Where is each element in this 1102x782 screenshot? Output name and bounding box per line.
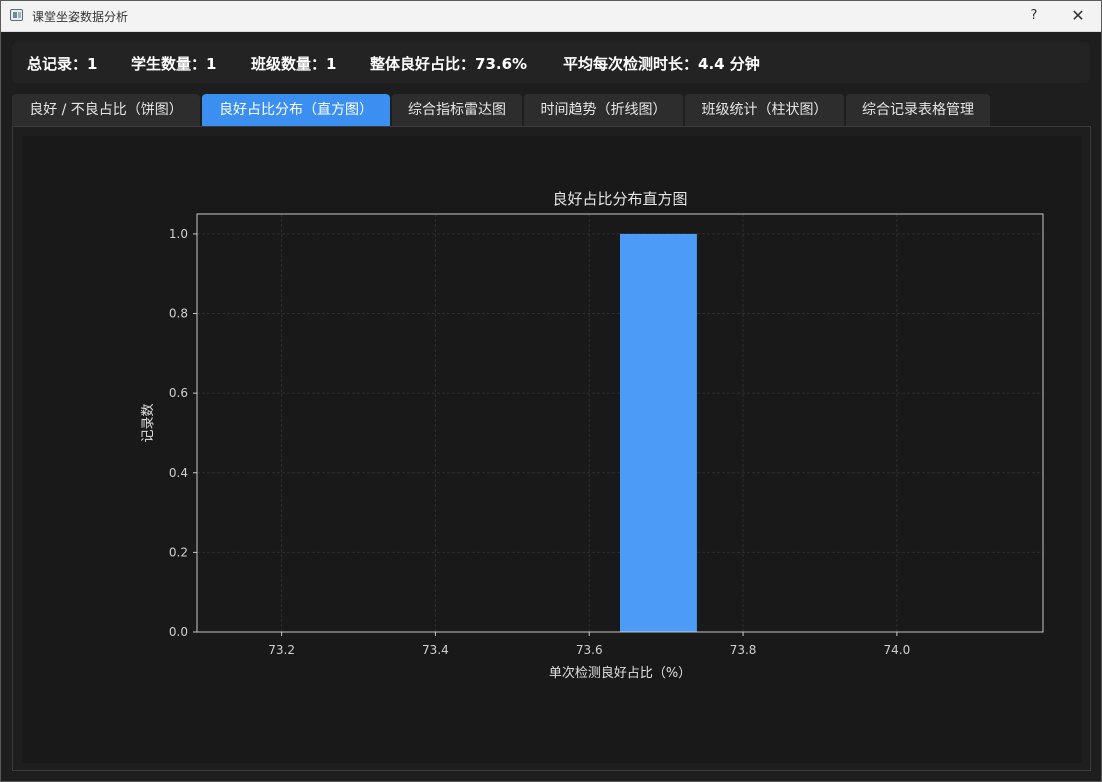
x-tick-label: 73.4	[422, 643, 449, 657]
tab-records-table[interactable]: 综合记录表格管理	[846, 94, 990, 126]
x-tick-label: 73.8	[730, 643, 757, 657]
stat-avg-duration: 平均每次检测时长：4.4 分钟	[563, 55, 760, 73]
y-tick-label: 0.2	[169, 545, 188, 559]
stat-class-count: 班级数量：1	[251, 55, 337, 73]
tab-radar-chart[interactable]: 综合指标雷达图	[392, 94, 522, 126]
x-tick-label: 73.6	[576, 643, 603, 657]
chart-title: 良好占比分布直方图	[552, 190, 687, 208]
x-tick-label: 74.0	[884, 643, 911, 657]
tab-pie-chart[interactable]: 良好 / 不良占比（饼图）	[12, 94, 200, 126]
close-button[interactable]: ✕	[1067, 5, 1089, 27]
window-title: 课堂坐姿数据分析	[32, 10, 129, 24]
histogram-bars	[620, 233, 697, 632]
summary-stats-bar: 总记录：1 学生数量：1 班级数量：1 整体良好占比：73.6% 平均每次检测时…	[12, 42, 1090, 83]
y-tick-label: 1.0	[169, 227, 188, 241]
stat-overall-good-ratio: 整体良好占比：73.6%	[370, 55, 528, 73]
y-axis-label: 记录数	[141, 403, 156, 442]
y-tick-label: 0.0	[169, 625, 188, 639]
histogram-figure: 73.2 73.4 73.6 73.8 74.0 0.0 0.2 0.4 0.6 0.8 1.0 良…	[22, 136, 1082, 763]
help-button[interactable]: ?	[1023, 5, 1045, 27]
x-axis-label: 单次检测良好占比（%）	[549, 665, 691, 681]
title-bar[interactable]: 课堂坐姿数据分析 ? ✕	[1, 1, 1101, 32]
histogram-chart: 73.2 73.4 73.6 73.8 74.0 0.0 0.2 0.4 0.6 0.8 1.0 良…	[141, 190, 1044, 681]
stat-total-records: 总记录：1	[27, 55, 98, 73]
y-tick-label: 0.4	[169, 466, 188, 480]
y-tick-label: 0.6	[169, 386, 188, 400]
stat-student-count: 学生数量：1	[131, 55, 217, 73]
histogram-bar	[620, 233, 697, 632]
app-window-icon	[10, 9, 23, 21]
tab-histogram[interactable]: 良好占比分布（直方图）	[202, 94, 390, 126]
tab-class-stats[interactable]: 班级统计（柱状图）	[685, 94, 844, 126]
x-tick-label: 73.2	[268, 643, 295, 657]
y-tick-label: 0.8	[169, 307, 188, 321]
app-window: 课堂坐姿数据分析 ? ✕ 总记录：1 学生数量：1 班级数量：1 整体良好占比：…	[0, 0, 1102, 782]
axis-ticks: 73.2 73.4 73.6 73.8 74.0 0.0 0.2 0.4 0.6 0.8 1.0	[169, 227, 910, 657]
tab-time-trend[interactable]: 时间趋势（折线图）	[524, 94, 683, 126]
